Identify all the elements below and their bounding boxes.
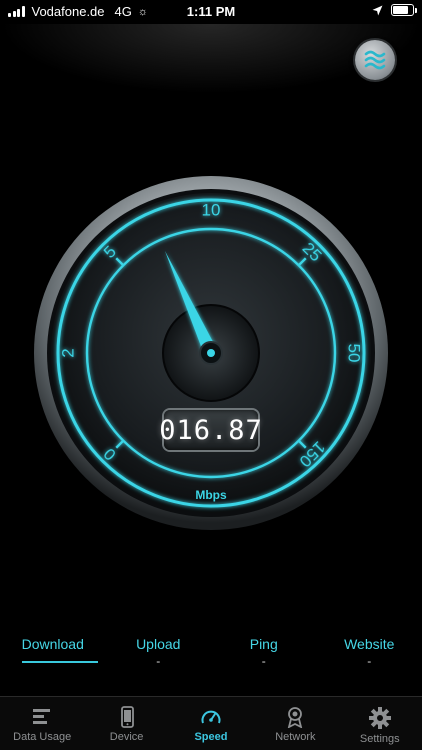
tab-label: Data Usage	[13, 731, 72, 743]
speed-unit-label: Mbps	[195, 488, 227, 502]
speed-readout-value: 016.87	[159, 414, 263, 446]
mode-download[interactable]: Download	[0, 636, 106, 676]
mode-value: -	[156, 654, 161, 668]
network-icon	[288, 707, 303, 728]
mode-website[interactable]: Website -	[317, 636, 422, 676]
mode-ping[interactable]: Ping -	[211, 636, 317, 676]
tab-speed[interactable]: Speed	[169, 697, 253, 750]
tab-label: Device	[109, 731, 144, 743]
speed-readout-display: 016.87	[159, 410, 262, 450]
bottom-tab-bar: Data Usage Device Speed Network Settings	[0, 697, 422, 750]
needle-hub-center	[207, 349, 215, 357]
gauge-scale-label: 2	[59, 348, 78, 357]
mode-value: -	[367, 654, 372, 668]
gauge-scale-label: 10	[202, 201, 221, 220]
speedometer-icon	[201, 710, 221, 724]
mode-label: Upload	[136, 636, 181, 652]
tab-label: Settings	[359, 733, 400, 745]
mode-label: Website	[344, 636, 395, 652]
tab-network[interactable]: Network	[253, 697, 337, 750]
test-mode-tabs: Download Upload - Ping - Website -	[0, 636, 422, 676]
data-usage-icon	[33, 709, 51, 724]
mode-value: -	[261, 654, 266, 668]
mode-label: Download	[21, 636, 84, 652]
tab-label: Network	[275, 731, 316, 743]
tab-data-usage[interactable]: Data Usage	[0, 697, 84, 750]
phone-icon	[120, 706, 134, 728]
gear-icon	[368, 707, 391, 729]
mode-upload[interactable]: Upload -	[106, 636, 212, 676]
tab-label: Speed	[194, 731, 228, 743]
tab-device[interactable]: Device	[84, 697, 168, 750]
active-mode-underline	[22, 661, 98, 663]
mode-label: Ping	[249, 636, 278, 652]
gauge-scale-label: 50	[345, 344, 364, 363]
tab-settings[interactable]: Settings	[338, 697, 422, 750]
